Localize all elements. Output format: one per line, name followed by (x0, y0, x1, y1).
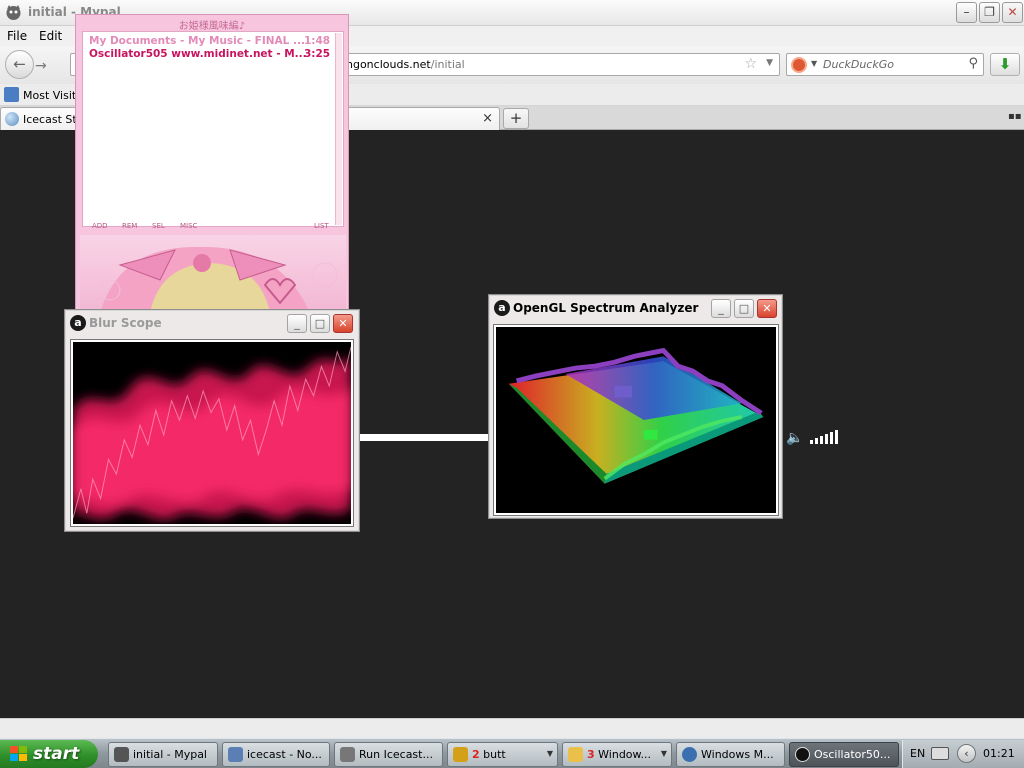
menu-edit[interactable]: Edit (39, 29, 62, 43)
group-dropdown-icon[interactable]: ▼ (547, 749, 553, 758)
most-visited-icon (4, 87, 19, 102)
playlist-window[interactable]: お姫様風味編♪ My Documents - My Music - FINAL … (75, 14, 349, 314)
spectrum-close-button[interactable]: ✕ (757, 299, 777, 318)
blur-scope-window[interactable]: a Blur Scope _ □ ✕ (64, 309, 360, 532)
playlist-select-button[interactable]: SEL (152, 222, 165, 230)
bookmark-star-icon[interactable]: ☆ (744, 56, 757, 72)
globe-icon (5, 112, 19, 126)
url-history-dropdown-icon[interactable]: ▼ (766, 58, 773, 68)
blur-scope-minimize-button[interactable]: _ (287, 314, 307, 333)
playlist-button-row: ADD REM SEL MISC LIST (82, 222, 344, 232)
start-label: start (33, 744, 80, 764)
start-button[interactable]: start (0, 740, 98, 768)
back-button[interactable]: ← (5, 50, 34, 79)
playlist-add-button[interactable]: ADD (92, 222, 108, 230)
menu-file[interactable]: File (7, 29, 27, 43)
taskbar-item-run-icecast[interactable]: Run Icecast... (334, 742, 443, 767)
blur-scope-close-button[interactable]: ✕ (333, 314, 353, 333)
taskbar: start initial - Mypal icecast - No... Ru… (0, 738, 1024, 768)
minimize-button[interactable]: – (956, 2, 977, 23)
tab-label: Icecast Str (23, 113, 82, 126)
mypal-icon (114, 747, 129, 762)
status-bar (0, 718, 1024, 738)
mypal-app-icon (6, 5, 21, 20)
audacious-icon (795, 747, 810, 762)
list-all-tabs-icon[interactable]: ▪▪ (1008, 111, 1022, 122)
playlist-title: お姫様風味編♪ (178, 21, 246, 32)
forward-button[interactable]: → (35, 58, 47, 74)
notepad-icon (228, 747, 243, 762)
playlist-misc-button[interactable]: MISC (180, 222, 197, 230)
search-icon[interactable]: ⚲ (968, 56, 978, 71)
playlist-list-button[interactable]: LIST (314, 222, 329, 230)
folder-icon (568, 747, 583, 762)
search-placeholder: DuckDuckGo (823, 58, 894, 71)
butt-icon (453, 747, 468, 762)
new-tab-button[interactable]: + (503, 108, 529, 129)
language-indicator[interactable]: EN (910, 747, 925, 760)
group-dropdown-icon[interactable]: ▼ (661, 749, 667, 758)
blur-scope-title: Blur Scope (89, 316, 162, 330)
taskbar-item-windows-explorer[interactable]: 3 Window... ▼ (562, 742, 672, 767)
playlist-scrollbar[interactable] (335, 33, 342, 225)
media-player-icon (682, 747, 697, 762)
taskbar-item-notepad[interactable]: icecast - No... (222, 742, 330, 767)
spectrum-minimize-button[interactable]: _ (711, 299, 731, 318)
blur-scope-visualization (71, 340, 353, 526)
taskbar-item-mypal[interactable]: initial - Mypal (108, 742, 218, 767)
audacious-icon: a (70, 315, 86, 331)
search-engine-dropdown-icon[interactable]: ▼ (811, 59, 817, 68)
speaker-icon[interactable]: 🔈 (786, 430, 803, 446)
duckduckgo-icon[interactable] (791, 57, 807, 73)
blur-scope-maximize-button[interactable]: □ (310, 314, 330, 333)
clock[interactable]: 01:21 (983, 747, 1015, 760)
playlist-remove-button[interactable]: REM (122, 222, 137, 230)
spectrum-analyzer-window[interactable]: a OpenGL Spectrum Analyzer _ □ ✕ (488, 294, 783, 519)
spectrum-analyzer-title: OpenGL Spectrum Analyzer (513, 301, 699, 315)
bookmark-most-visited[interactable]: Most Visite (23, 89, 83, 102)
taskbar-item-oscillator[interactable]: Oscillator50... (789, 742, 899, 767)
connector-line (358, 434, 490, 441)
volume-level-icon[interactable] (810, 430, 844, 444)
maximize-button[interactable]: ❐ (979, 2, 1000, 23)
tab-close-icon[interactable]: × (482, 111, 493, 126)
url-text: ngonclouds.net/initial (346, 58, 465, 71)
taskbar-item-windows-media[interactable]: Windows M... (676, 742, 785, 767)
spectrum-visualization (494, 325, 778, 515)
playlist-list[interactable]: My Documents - My Music - FINAL ... 1:48… (82, 31, 344, 227)
command-prompt-icon (340, 747, 355, 762)
taskbar-item-butt[interactable]: 2 butt ▼ (447, 742, 558, 767)
search-box[interactable]: ▼ DuckDuckGo ⚲ (786, 53, 984, 76)
close-button[interactable]: ✕ (1002, 2, 1023, 23)
windows-logo-icon (10, 746, 28, 762)
audacious-icon: a (494, 300, 510, 316)
system-tray: EN ‹ 01:21 (902, 740, 1024, 768)
anime-skin-artwork (80, 235, 346, 313)
spectrum-maximize-button[interactable]: □ (734, 299, 754, 318)
show-hidden-icons-button[interactable]: ‹ (957, 744, 976, 763)
keyboard-icon[interactable] (931, 747, 949, 760)
downloads-button[interactable]: ⬇ (990, 53, 1020, 76)
